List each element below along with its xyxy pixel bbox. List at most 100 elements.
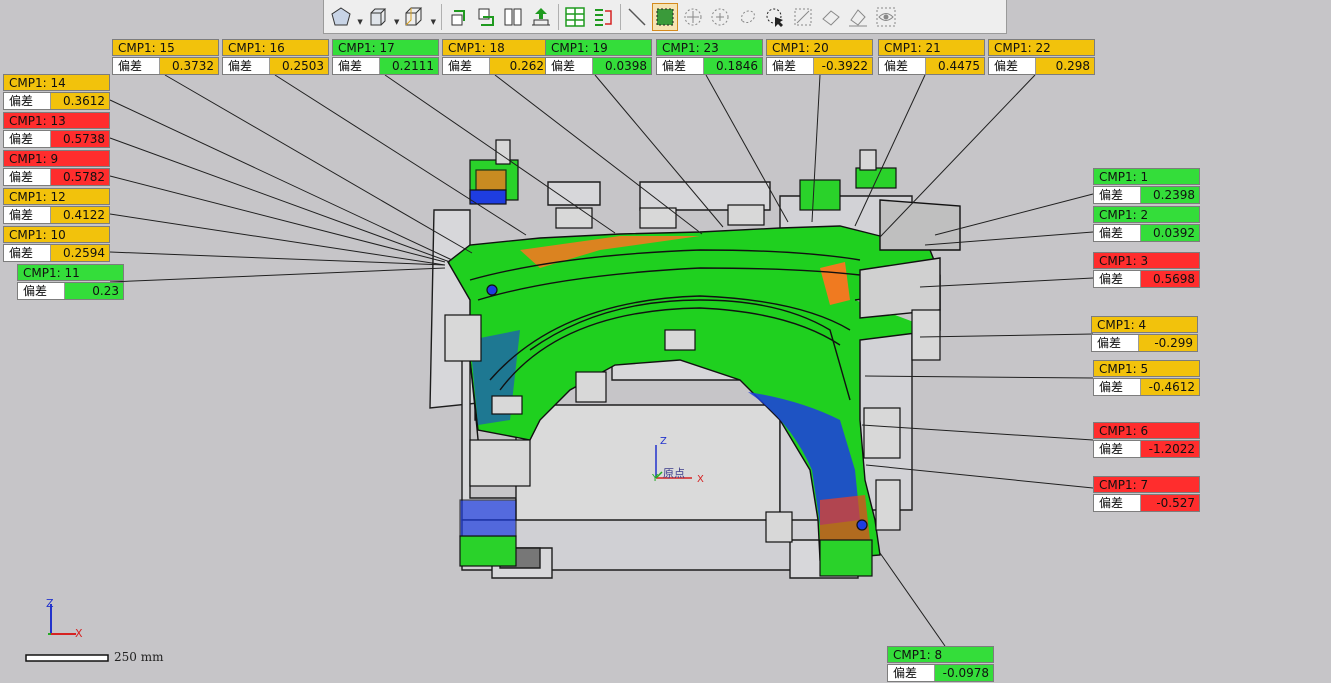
deviation-callout[interactable]: CMP1: 15 偏差 0.3732 xyxy=(112,39,219,75)
deviation-label: 偏差 xyxy=(4,169,51,185)
3d-viewport[interactable]: Z X Z Y 原点 X ▼ ▼ ▼ CMP1: 15 偏差 0.3732 CMP1: 1… xyxy=(0,0,1331,683)
callout-id: CMP1: 13 xyxy=(3,112,110,129)
toolbar-separator xyxy=(558,3,560,30)
deviation-callout[interactable]: CMP1: 21 偏差 0.4475 xyxy=(878,39,985,75)
callout-deviation-row: 偏差 0.3612 xyxy=(3,92,110,110)
deviation-callout[interactable]: CMP1: 6 偏差 -1.2022 xyxy=(1093,422,1200,458)
rotate-left-button[interactable] xyxy=(445,3,471,31)
deviation-callout[interactable]: CMP1: 13 偏差 0.5738 xyxy=(3,112,110,148)
deviation-callout[interactable]: CMP1: 7 偏差 -0.527 xyxy=(1093,476,1200,512)
deviation-label: 偏差 xyxy=(1094,271,1141,287)
deviation-value: 0.2398 xyxy=(1141,187,1199,203)
deviation-value: 0.0398 xyxy=(593,58,651,74)
erase-button[interactable] xyxy=(818,3,844,31)
callout-id: CMP1: 5 xyxy=(1093,360,1200,377)
display-style-icon xyxy=(370,8,386,25)
deviation-value: 0.4475 xyxy=(926,58,984,74)
toolbar-separator xyxy=(620,3,622,30)
dropdown-arrow-icon[interactable]: ▼ xyxy=(429,3,438,31)
lasso-select-button[interactable] xyxy=(735,3,761,31)
move-up-button[interactable] xyxy=(528,3,554,31)
deviation-value: 0.298 xyxy=(1036,58,1094,74)
callout-id: CMP1: 1 xyxy=(1093,168,1200,185)
clear-icon xyxy=(849,8,868,26)
clear-button[interactable] xyxy=(845,3,871,31)
deviation-label: 偏差 xyxy=(657,58,704,74)
split-view-icon xyxy=(504,8,522,25)
deviation-label: 偏差 xyxy=(1092,335,1139,351)
deviation-callout[interactable]: CMP1: 14 偏差 0.3612 xyxy=(3,74,110,110)
callout-id: CMP1: 9 xyxy=(3,150,110,167)
split-view-button[interactable] xyxy=(500,3,526,31)
section-view-icon xyxy=(405,7,423,25)
grid-layout-icon xyxy=(565,6,585,27)
deviation-value: -0.0978 xyxy=(935,665,993,681)
cursor-select-button[interactable] xyxy=(762,3,788,31)
callout-id: CMP1: 23 xyxy=(656,39,763,56)
dropdown-arrow-icon[interactable]: ▼ xyxy=(392,3,401,31)
deviation-label: 偏差 xyxy=(443,58,490,74)
deviation-callout[interactable]: CMP1: 9 偏差 0.5782 xyxy=(3,150,110,186)
leader-line xyxy=(164,74,473,254)
point-select-button[interactable] xyxy=(680,3,706,31)
deviation-callout[interactable]: CMP1: 4 偏差 -0.299 xyxy=(1091,316,1198,352)
deviation-callout[interactable]: CMP1: 10 偏差 0.2594 xyxy=(3,226,110,262)
display-style-button[interactable] xyxy=(365,3,391,31)
callout-id: CMP1: 12 xyxy=(3,188,110,205)
callout-id: CMP1: 7 xyxy=(1093,476,1200,493)
deviation-callout[interactable]: CMP1: 18 偏差 0.262 xyxy=(442,39,549,75)
callout-id: CMP1: 2 xyxy=(1093,206,1200,223)
callout-id: CMP1: 19 xyxy=(545,39,652,56)
section-view-button[interactable] xyxy=(401,3,427,31)
toolbar-separator xyxy=(440,3,442,30)
deviation-label: 偏差 xyxy=(1094,441,1141,457)
callout-deviation-row: 偏差 0.5782 xyxy=(3,168,110,186)
deviation-callout[interactable]: CMP1: 1 偏差 0.2398 xyxy=(1093,168,1200,204)
dropdown-arrow-icon[interactable]: ▼ xyxy=(356,3,365,31)
origin-y-label: Y xyxy=(651,473,659,484)
deviation-callout[interactable]: CMP1: 22 偏差 0.298 xyxy=(988,39,1095,75)
deviation-callout[interactable]: CMP1: 23 偏差 0.1846 xyxy=(656,39,763,75)
list-layout-button[interactable] xyxy=(590,3,616,31)
deviation-value: -0.3922 xyxy=(814,58,872,74)
line-select-button[interactable] xyxy=(624,3,650,31)
callout-deviation-row: 偏差 0.5698 xyxy=(1093,270,1200,288)
deviation-value: 0.2594 xyxy=(51,245,109,261)
callout-id: CMP1: 4 xyxy=(1091,316,1198,333)
deviation-callout[interactable]: CMP1: 5 偏差 -0.4612 xyxy=(1093,360,1200,396)
callout-id: CMP1: 8 xyxy=(887,646,994,663)
view-orientation-button[interactable] xyxy=(328,3,354,31)
visibility-icon xyxy=(876,7,896,26)
deviation-value: -1.2022 xyxy=(1141,441,1199,457)
deviation-callout[interactable]: CMP1: 17 偏差 0.2111 xyxy=(332,39,439,75)
exclude-select-button[interactable] xyxy=(790,3,816,31)
deviation-label: 偏差 xyxy=(1094,379,1141,395)
deviation-callout[interactable]: CMP1: 12 偏差 0.4122 xyxy=(3,188,110,224)
deviation-callout[interactable]: CMP1: 8 偏差 -0.0978 xyxy=(887,646,994,682)
deviation-value: 0.262 xyxy=(490,58,548,74)
deviation-value: 0.5698 xyxy=(1141,271,1199,287)
grid-layout-button[interactable] xyxy=(562,3,588,31)
deviation-label: 偏差 xyxy=(4,245,51,261)
deviation-callout[interactable]: CMP1: 3 偏差 0.5698 xyxy=(1093,252,1200,288)
add-point-button[interactable] xyxy=(707,3,733,31)
box-select-button[interactable] xyxy=(651,2,678,31)
rotate-down-button[interactable] xyxy=(472,3,498,31)
deviation-label: 偏差 xyxy=(223,58,270,74)
deviation-label: 偏差 xyxy=(4,93,51,109)
leader-line xyxy=(109,251,446,266)
deviation-callout[interactable]: CMP1: 19 偏差 0.0398 xyxy=(545,39,652,75)
lasso-select-icon xyxy=(740,9,755,23)
visibility-button[interactable] xyxy=(873,3,899,31)
deviation-callout[interactable]: CMP1: 20 偏差 -0.3922 xyxy=(766,39,873,75)
deviation-callout[interactable]: CMP1: 16 偏差 0.2503 xyxy=(222,39,329,75)
deviation-callout[interactable]: CMP1: 11 偏差 0.23 xyxy=(17,264,124,300)
leader-line xyxy=(109,213,446,266)
deviation-value: 0.4122 xyxy=(51,207,109,223)
origin-x-label: X xyxy=(697,474,704,485)
rotate-left-icon xyxy=(451,9,465,25)
deviation-callout[interactable]: CMP1: 2 偏差 0.0392 xyxy=(1093,206,1200,242)
deviation-value: -0.4612 xyxy=(1141,379,1199,395)
callout-deviation-row: 偏差 -0.0978 xyxy=(887,664,994,682)
deviation-label: 偏差 xyxy=(767,58,814,74)
